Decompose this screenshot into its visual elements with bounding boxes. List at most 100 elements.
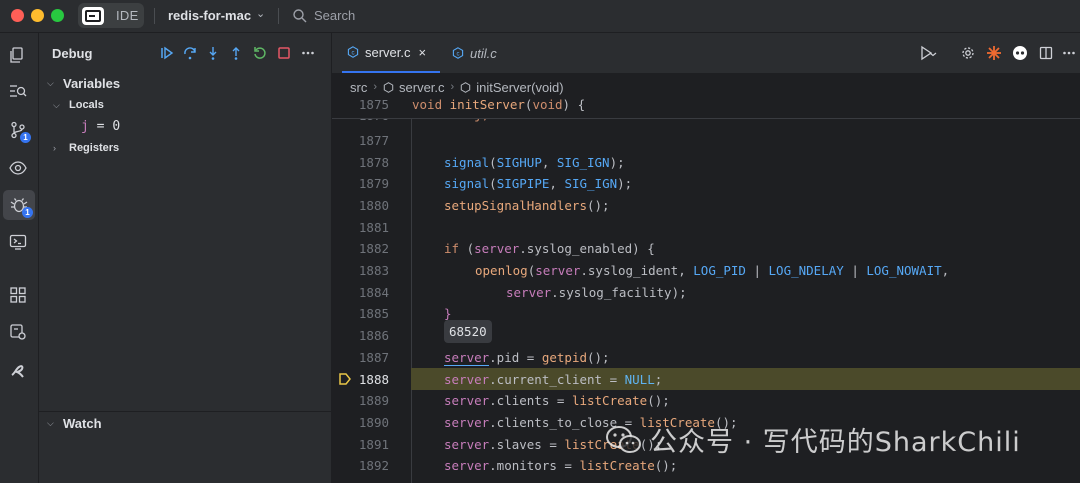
git-branch-icon[interactable]: 1	[7, 119, 31, 143]
code-token: );	[671, 284, 687, 300]
split-editor-icon[interactable]	[1037, 44, 1055, 62]
code-token: ;	[654, 371, 663, 387]
code-token: SIGHUP	[496, 154, 542, 170]
more-icon[interactable]	[299, 44, 317, 62]
code-line-1883[interactable]: openlog(server.syslog_ident, LOG_PID | L…	[412, 260, 949, 282]
code-token: |	[843, 263, 867, 278]
restart-icon[interactable]	[251, 44, 269, 62]
code-token: SIGPIPE	[496, 176, 550, 192]
watch-section-header[interactable]: ⌵ Watch	[39, 413, 339, 433]
find-in-files-icon[interactable]	[7, 80, 29, 102]
code-token: .syslog_facility	[551, 284, 672, 300]
code-token: .current_client =	[489, 371, 625, 387]
code-token: ();	[587, 197, 610, 213]
c-file-icon: c	[452, 47, 464, 59]
code-token: void	[532, 97, 563, 112]
tab-label: server.c	[365, 44, 411, 60]
variable-value: 0	[112, 118, 121, 134]
structure-icon[interactable]	[7, 284, 29, 306]
code-token: LOG_NDELAY	[768, 263, 844, 278]
code-token: server	[535, 263, 581, 278]
code-token: openlog	[475, 263, 528, 278]
zoom-window-button[interactable]	[51, 9, 64, 22]
debug-panel: Debug ⌵ Variables ⌵ Locals j = 0 › Regis…	[39, 33, 332, 483]
search-field[interactable]: Search	[314, 8, 355, 23]
caret-down-icon: ⌵	[47, 77, 54, 88]
code-token: ();	[654, 458, 678, 474]
step-over-icon[interactable]	[181, 44, 199, 62]
copilot-icon[interactable]	[1011, 44, 1029, 62]
more-icon[interactable]	[1060, 44, 1078, 62]
code-token: listCreate	[579, 458, 655, 474]
code-token: .syslog_enabled) {	[519, 241, 655, 257]
tab-server-c[interactable]: c server.c ×	[342, 33, 440, 73]
ide-logo-icon	[82, 6, 104, 25]
debug-badge: 1	[22, 207, 33, 218]
plugin-logo-icon[interactable]	[7, 359, 29, 381]
tab-label: util.c	[470, 45, 497, 61]
code-token: ();	[587, 349, 610, 365]
variables-section-header[interactable]: ⌵ Variables	[39, 73, 339, 93]
function-icon	[460, 81, 471, 93]
close-icon[interactable]: ×	[419, 45, 427, 60]
minimize-window-button[interactable]	[31, 9, 44, 22]
run-config-icon[interactable]	[920, 44, 938, 62]
services-icon[interactable]	[7, 321, 29, 343]
registers-node[interactable]: › Registers	[39, 138, 345, 158]
code-line-1879[interactable]: signal(SIGPIPE, SIG_IGN);	[412, 173, 632, 195]
stop-icon[interactable]	[275, 44, 293, 62]
debug-icon[interactable]: 1	[3, 190, 35, 220]
ide-switcher[interactable]: IDE	[78, 3, 144, 28]
svg-text:c: c	[352, 50, 355, 56]
variable-row[interactable]: j = 0	[39, 116, 373, 136]
breadcrumb-src[interactable]: src	[350, 80, 367, 95]
search-icon[interactable]	[292, 8, 308, 24]
execution-point-icon[interactable]	[338, 372, 352, 386]
line-number: 1892	[358, 458, 389, 474]
code-line-1887[interactable]: server.pid = getpid();	[412, 347, 610, 369]
eye-icon[interactable]	[7, 157, 29, 179]
debug-title: Debug	[52, 46, 93, 61]
ide-label: IDE	[116, 8, 139, 23]
explorer-icon[interactable]	[7, 44, 29, 66]
sticky-code-line-1875[interactable]: void initServer(void) {	[412, 94, 585, 116]
code-token: server	[444, 393, 490, 409]
code-token: .syslog_ident,	[580, 263, 694, 278]
code-line-1888[interactable]: server.current_client = NULL;	[412, 369, 662, 391]
code-token: SIG_IGN	[564, 176, 618, 192]
line-number: 1887	[358, 349, 389, 365]
chevron-right-icon: ›	[373, 81, 378, 93]
code-line-1878[interactable]: signal(SIGHUP, SIG_IGN);	[412, 152, 625, 174]
close-window-button[interactable]	[11, 9, 24, 22]
code-token: );	[609, 154, 625, 170]
line-number: 1877	[358, 132, 389, 148]
gear-icon[interactable]	[959, 44, 977, 62]
chevron-down-icon[interactable]: ⌄	[256, 7, 265, 20]
code-line-1880[interactable]: setupSignalHandlers();	[412, 195, 610, 217]
ai-assistant-icon[interactable]	[985, 44, 1003, 62]
code-token: ,	[941, 263, 950, 278]
locals-node[interactable]: ⌵ Locals	[39, 95, 345, 115]
terminal-icon[interactable]	[7, 231, 29, 253]
resume-icon[interactable]	[158, 44, 176, 62]
title-bar: IDE redis-for-mac ⌄ Search	[0, 0, 1080, 33]
code-token: listCreate	[571, 393, 648, 409]
code-token: .clients =	[489, 393, 572, 409]
step-out-icon[interactable]	[227, 44, 245, 62]
code-token: LOG_NOWAIT	[866, 263, 942, 278]
breadcrumb-function[interactable]: initServer(void)	[476, 80, 563, 95]
code-line-1884[interactable]: server.syslog_facility);	[412, 282, 687, 304]
divider	[39, 411, 331, 412]
svg-text:c: c	[457, 51, 460, 57]
code-line-1889[interactable]: server.clients = listCreate();	[412, 390, 670, 412]
caret-right-icon: ›	[53, 143, 56, 153]
step-into-icon[interactable]	[204, 44, 222, 62]
chevron-right-icon: ›	[450, 81, 455, 93]
code-line-1882[interactable]: if (server.syslog_enabled) {	[412, 238, 655, 260]
project-selector[interactable]: redis-for-mac	[168, 8, 251, 23]
code-token: ();	[647, 393, 670, 409]
tab-util-c[interactable]: c util.c	[452, 33, 497, 73]
breadcrumb-file[interactable]: server.c	[399, 80, 445, 95]
code-token: ,	[541, 154, 557, 170]
